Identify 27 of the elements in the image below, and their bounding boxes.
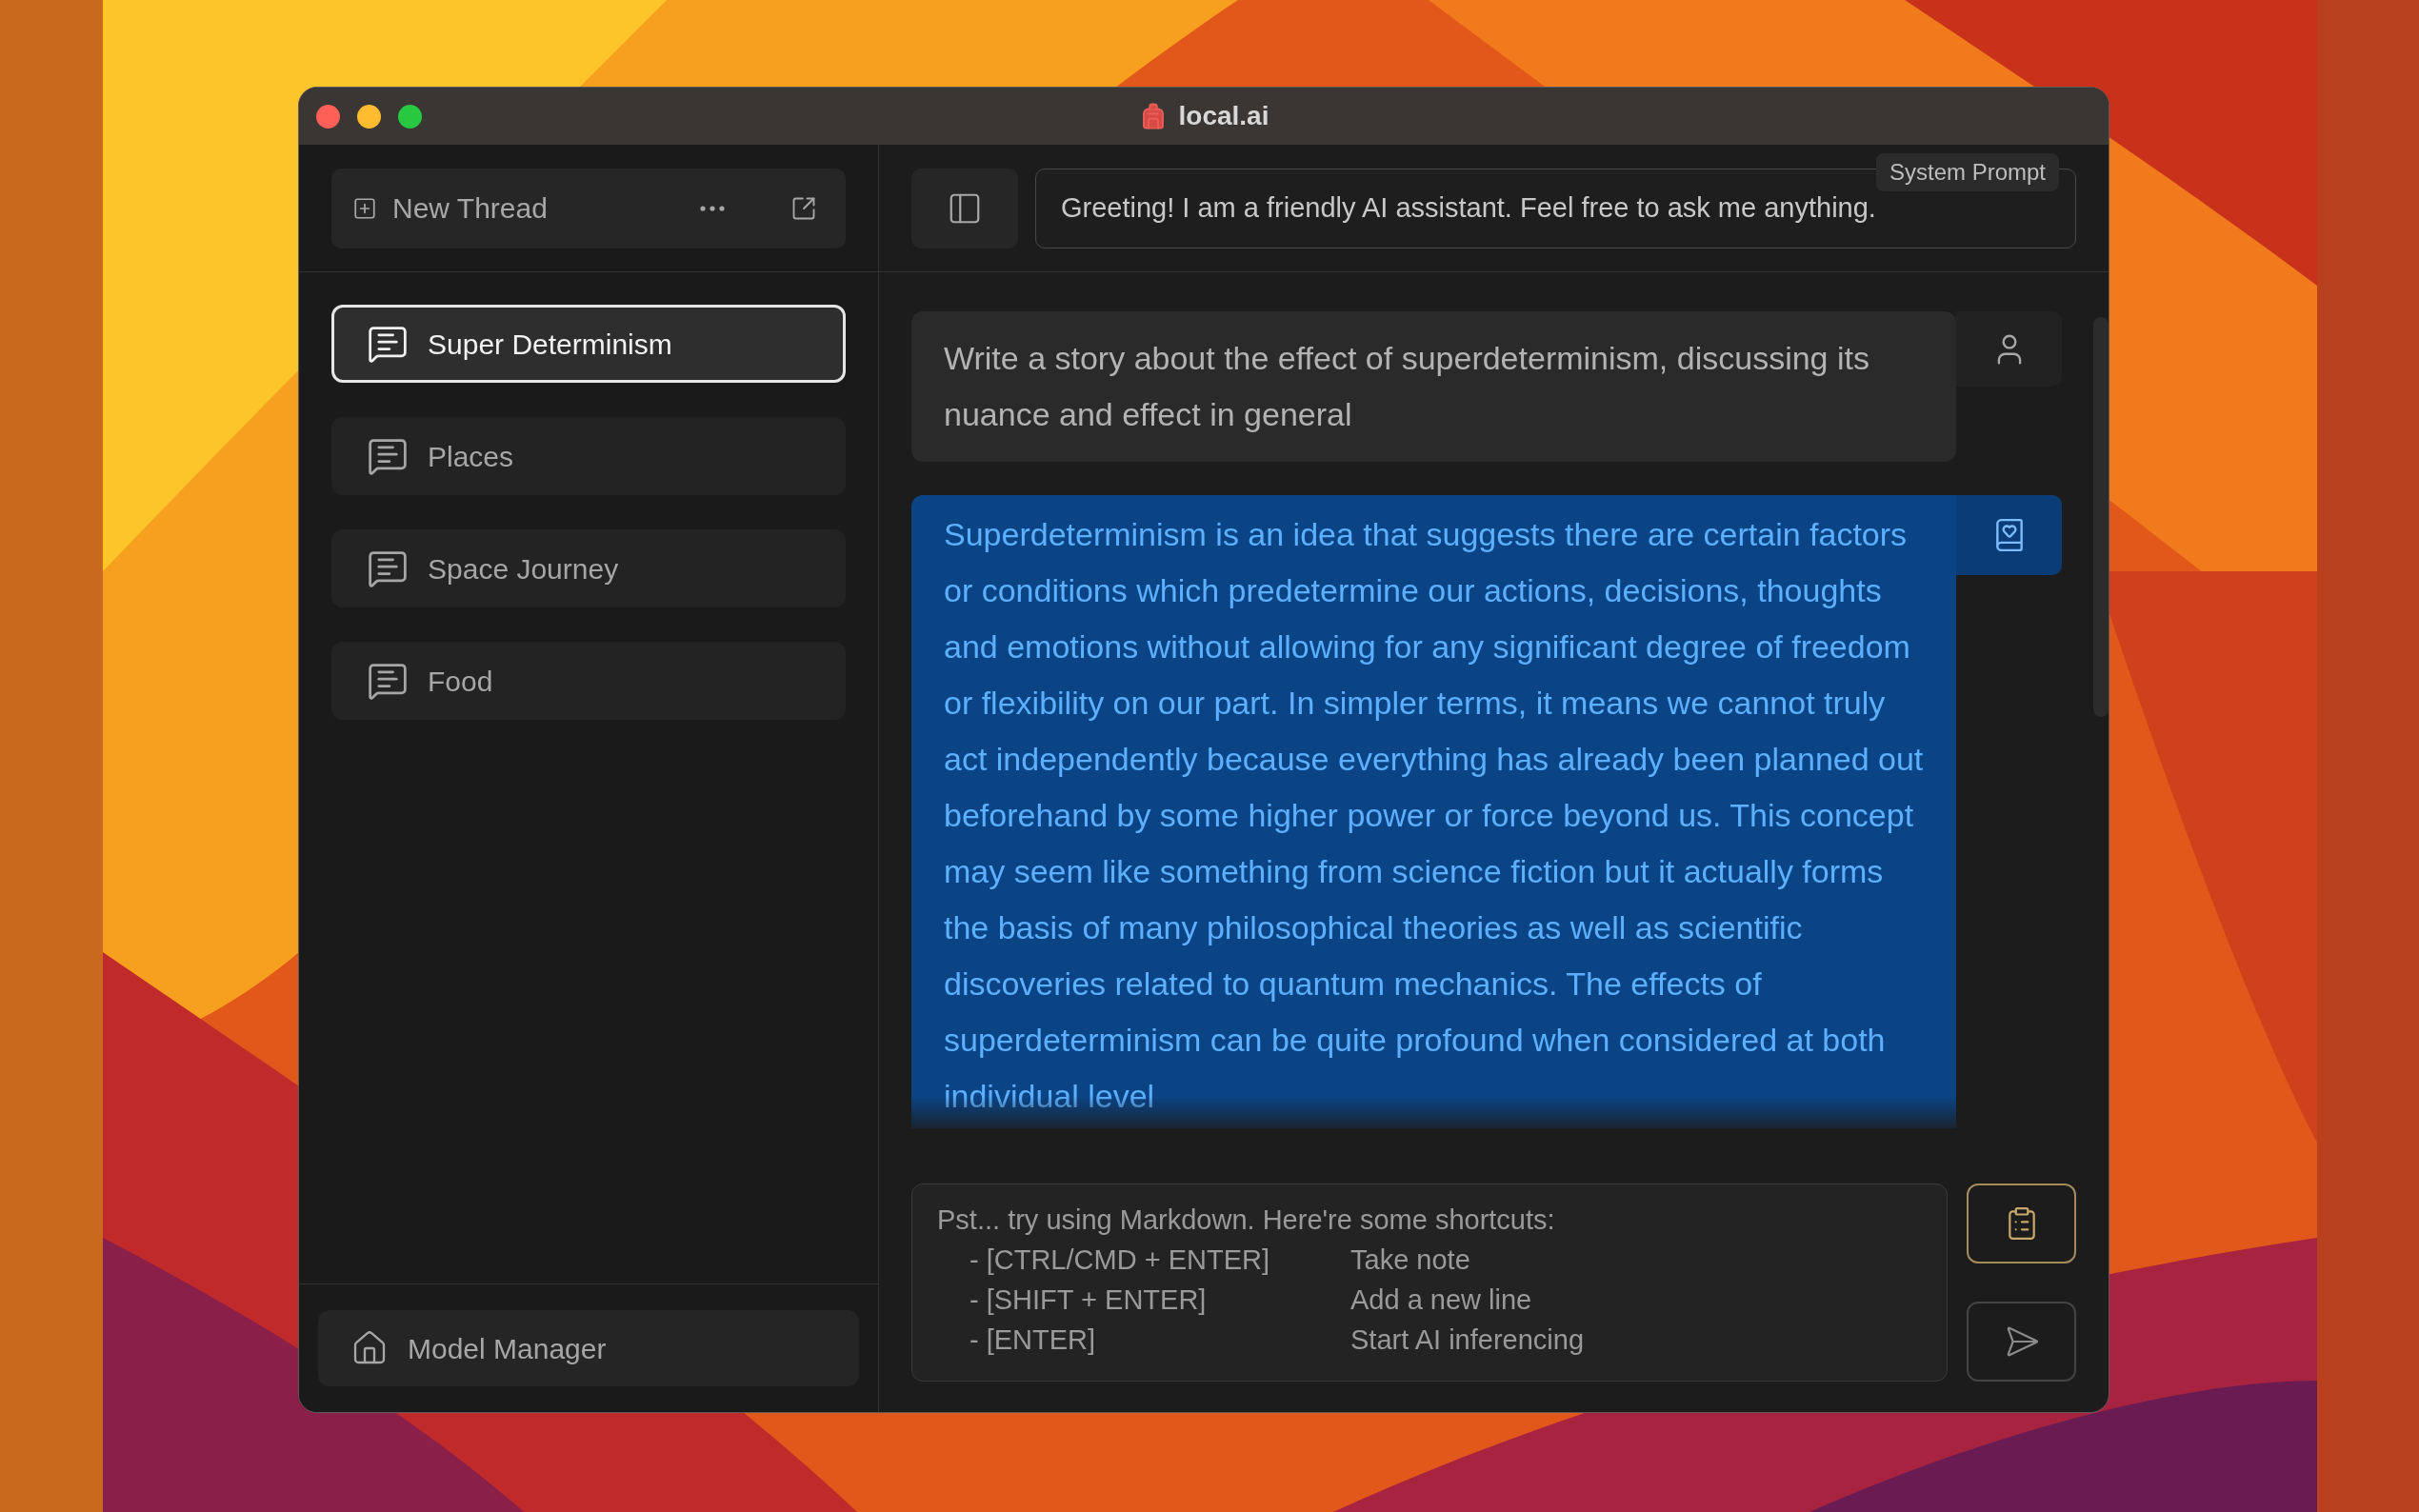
user-message: Write a story about the effect of superdeterminism, discussing its nuance and effect in general: [911, 311, 1956, 462]
new-thread-button[interactable]: New Thread: [347, 179, 553, 237]
thread-item[interactable]: Food: [331, 642, 846, 720]
assistant-message: Superdeterminism is an idea that suggests there are certain factors or conditions which predetermine our actions, decisions, thoughts and emotions without allowing for any significant degree of freedom or flexibility on our part. In simpler terms, it means we cannot truly act independently because everything has already been planned out beforehand by some higher power or force beyond us. This concept may seem like something from science fiction but it actually forms the basis of many philosophical theories as well as scientific discoveries related to quantum mechanics. The effects of superdeterminism can be quite profound when considered at both individual level: [911, 495, 1956, 1128]
zoom-window-button[interactable]: [398, 105, 422, 129]
shortcut-action: Take note: [1350, 1243, 1471, 1277]
take-note-button[interactable]: [1967, 1184, 2076, 1263]
more-icon: [700, 205, 725, 211]
system-prompt-label: System Prompt: [1875, 152, 2059, 191]
sidebar-toggle-button[interactable]: [911, 168, 1018, 249]
send-button[interactable]: [1967, 1302, 2076, 1382]
thread-item[interactable]: Places: [331, 417, 846, 495]
minimize-window-button[interactable]: [357, 105, 381, 129]
thread-item[interactable]: Super Determinism: [331, 305, 846, 383]
shortcut-keys: - [ENTER]: [970, 1320, 1350, 1360]
input-placeholder: Pst... try using Markdown. Here're some shortcuts:: [937, 1204, 1556, 1237]
shortcut-keys: - [CTRL/CMD + ENTER]: [970, 1240, 1350, 1280]
square-plus-icon: [352, 195, 377, 221]
model-manager-button[interactable]: Model Manager: [318, 1310, 859, 1386]
window-title: local.ai: [1178, 100, 1269, 132]
close-window-button[interactable]: [316, 105, 340, 129]
thread-item[interactable]: Space Journey: [331, 529, 846, 607]
shortcut-keys: - [SHIFT + ENTER]: [970, 1280, 1350, 1320]
scrollbar[interactable]: [2093, 317, 2109, 717]
shortcut-action: Add a new line: [1350, 1283, 1533, 1317]
message-input[interactable]: Pst... try using Markdown. Here're some shortcuts: - [CTRL/CMD + ENTER] Take note - [SHIFT + ENTER] Add a new line - [ENTER] Start AI inferencing: [911, 1184, 1948, 1382]
shortcut-action: Start AI inferencing: [1350, 1323, 1586, 1357]
